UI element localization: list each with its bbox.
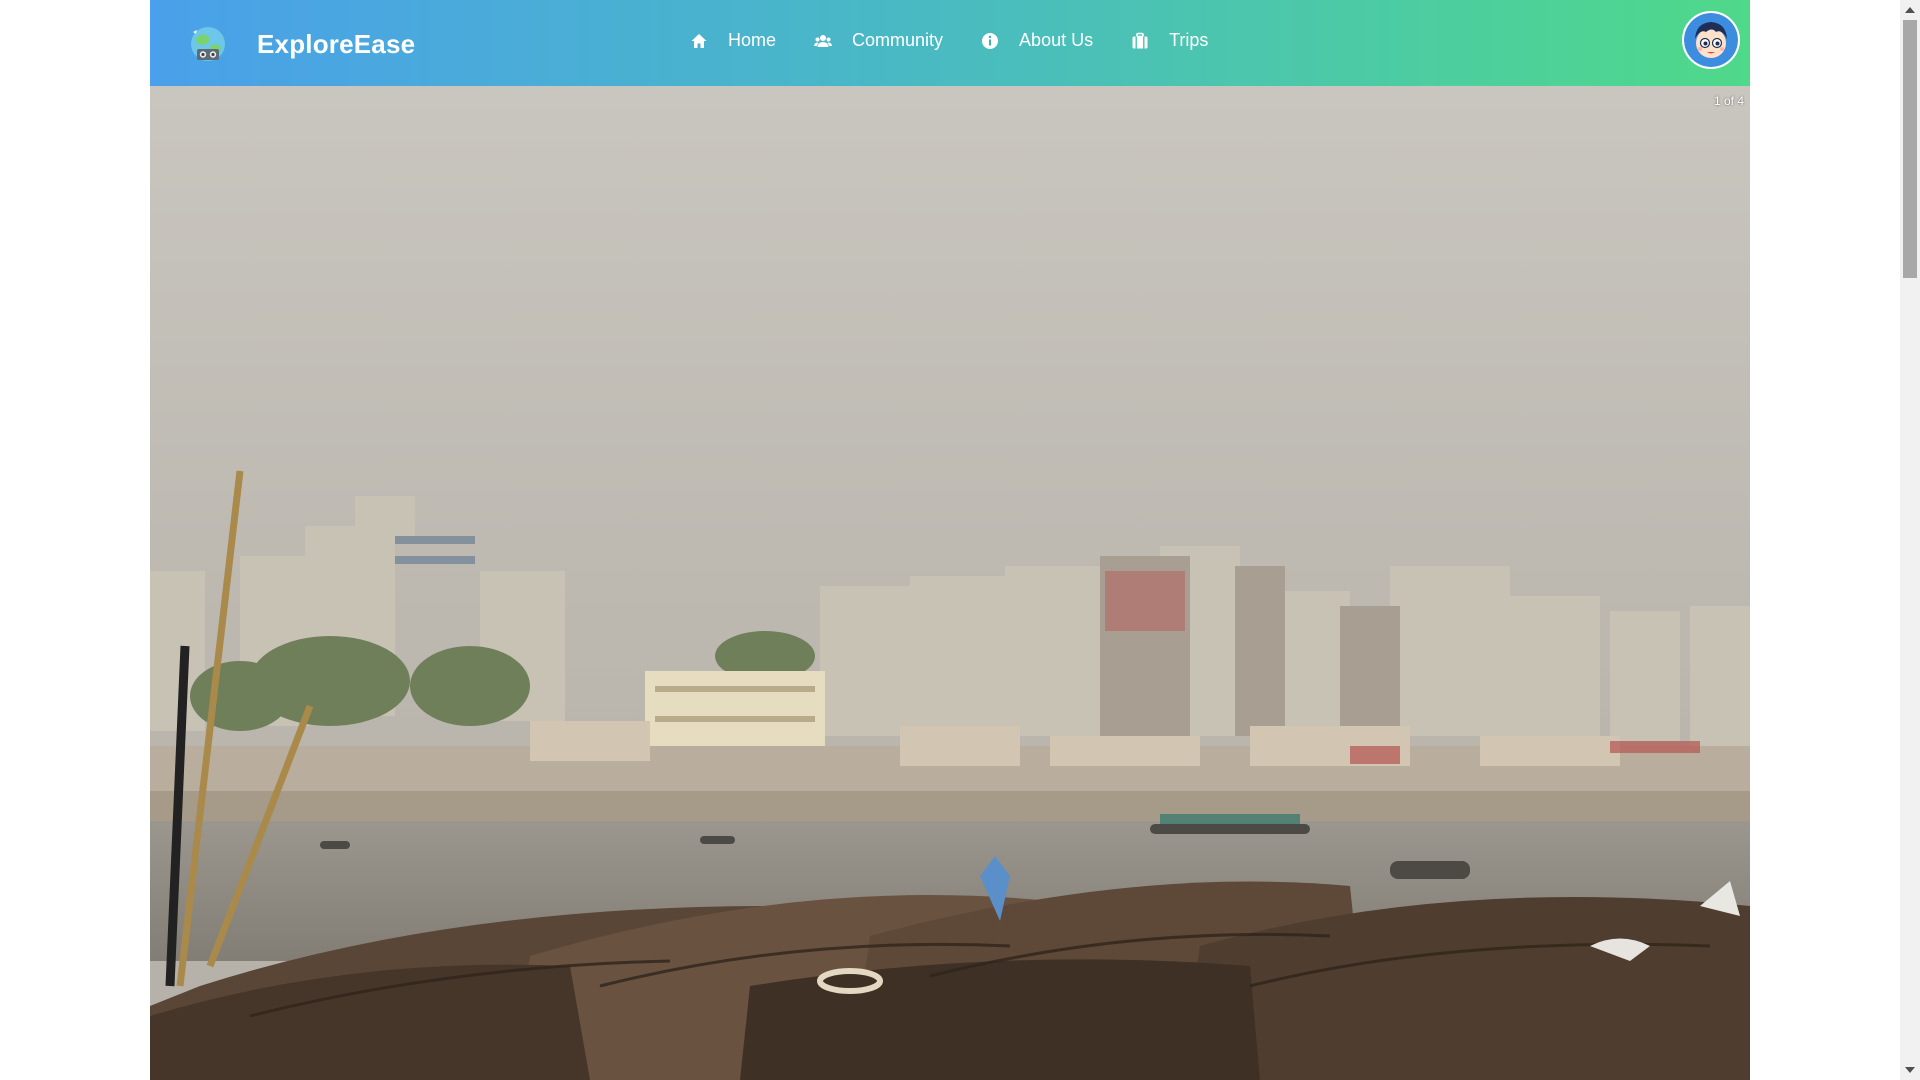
- info-icon: [981, 32, 999, 50]
- scroll-up-arrow-icon[interactable]: [1900, 2, 1920, 18]
- scroll-thumb[interactable]: [1903, 20, 1917, 278]
- main-nav: Home Community About Us Trips: [690, 30, 1246, 51]
- page-scrollbar[interactable]: [1900, 0, 1920, 1080]
- user-avatar[interactable]: [1682, 11, 1740, 69]
- nav-label-home: Home: [728, 30, 777, 50]
- page: ExploreEase Home Community About Us Trip…: [0, 0, 1920, 1080]
- users-icon: [814, 32, 833, 50]
- nav-item-community[interactable]: Community: [814, 30, 943, 51]
- globe-logo-icon: [188, 24, 228, 64]
- nav-label-trips: Trips: [1169, 30, 1209, 50]
- slide-counter: 1 of 4: [1713, 94, 1744, 108]
- nav-item-trips[interactable]: Trips: [1131, 30, 1208, 51]
- nav-label-community: Community: [852, 30, 944, 50]
- nav-item-about-us[interactable]: About Us: [981, 30, 1093, 51]
- nav-item-home[interactable]: Home: [690, 30, 776, 51]
- hero-image: [150, 86, 1750, 1080]
- site-container: ExploreEase Home Community About Us Trip…: [150, 0, 1750, 1080]
- brand-name: ExploreEase: [257, 28, 416, 59]
- scroll-track[interactable]: [1900, 18, 1920, 1062]
- scroll-down-arrow-icon[interactable]: [1900, 1062, 1920, 1078]
- hero-slider[interactable]: 1 of 4: [150, 86, 1750, 1080]
- avatar-image: [1684, 13, 1738, 67]
- nav-label-about-us: About Us: [1019, 30, 1094, 50]
- home-icon: [690, 32, 708, 50]
- brand[interactable]: ExploreEase: [188, 24, 415, 64]
- briefcase-icon: [1131, 32, 1149, 50]
- top-navbar: ExploreEase Home Community About Us Trip…: [150, 0, 1750, 86]
